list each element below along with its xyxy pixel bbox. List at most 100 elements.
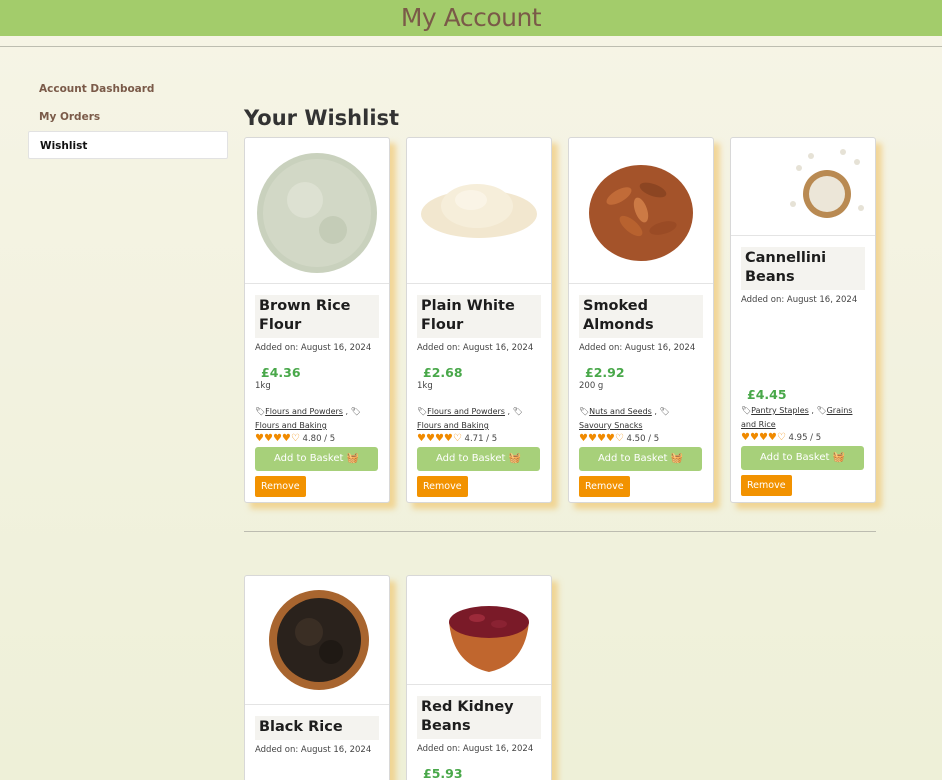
add-to-basket-button[interactable]: Add to Basket 🧺: [417, 447, 540, 471]
product-rating: ♥♥♥♥♡ 4.80 / 5: [255, 433, 379, 445]
page-header: My Account: [0, 0, 942, 36]
tag-icon: 🏷: [579, 407, 590, 416]
heart-filled-icon: ♥: [596, 433, 606, 444]
tag-link[interactable]: Flours and Baking: [255, 421, 327, 430]
heart-filled-icon: ♥: [417, 433, 426, 444]
add-to-basket-button[interactable]: Add to Basket 🧺: [255, 447, 378, 471]
product-image[interactable]: [731, 138, 875, 236]
heart-filled-icon: ♥: [749, 432, 759, 443]
remove-button[interactable]: Remove: [579, 476, 630, 497]
tag-link[interactable]: Pantry Staples: [751, 406, 809, 415]
heart-filled-icon: ♥: [434, 433, 444, 444]
tag-icon: 🏷: [255, 407, 266, 416]
product-rating: ♥♥♥♥♡ 4.71 / 5: [417, 433, 541, 445]
basket-label: Add to Basket: [759, 452, 830, 463]
added-date: Added on: August 16, 2024: [417, 744, 534, 754]
tag-link[interactable]: Flours and Powders: [427, 407, 505, 416]
product-rating: ♥♥♥♥♡ 4.95 / 5: [741, 432, 865, 444]
tag-icon: 🏷: [659, 407, 670, 416]
product-price: £4.45: [747, 387, 787, 402]
tag-link[interactable]: Flours and Baking: [417, 421, 489, 430]
heart-filled-icon: ♥: [272, 433, 282, 444]
product-tags: 🏷Flours and Powders , 🏷 Flours and Bakin…: [255, 407, 361, 430]
heart-filled-icon: ♥: [281, 433, 291, 444]
product-name[interactable]: Red Kidney Beans: [417, 696, 541, 739]
sidebar-item-wishlist[interactable]: Wishlist: [28, 131, 228, 159]
product-price: £2.92: [585, 365, 625, 380]
product-card: Cannellini Beans Added on: August 16, 20…: [730, 137, 876, 503]
heart-filled-icon: ♥: [263, 433, 273, 444]
added-date: Added on: August 16, 2024: [579, 343, 696, 353]
tag-icon: 🏷: [350, 407, 361, 416]
wishlist-divider: [244, 531, 876, 532]
product-image[interactable]: [245, 138, 389, 284]
heart-filled-icon: ♥: [587, 433, 597, 444]
product-card: Plain White Flour Added on: August 16, 2…: [406, 137, 552, 503]
product-weight: 1kg: [417, 381, 433, 391]
header-divider: [0, 46, 942, 47]
product-price: £4.36: [261, 365, 301, 380]
heart-filled-icon: ♥: [255, 433, 264, 444]
basket-icon: 🧺: [508, 453, 522, 464]
product-name[interactable]: Cannellini Beans: [741, 247, 865, 290]
product-tags: 🏷Nuts and Seeds , 🏷 Savoury Snacks: [579, 407, 670, 430]
basket-icon: 🧺: [832, 452, 846, 463]
rating-value: 4.95 / 5: [788, 433, 822, 443]
basket-label: Add to Basket: [435, 453, 506, 464]
product-price: £5.93: [423, 766, 463, 780]
tag-icon: 🏷: [512, 407, 523, 416]
kidney-beans-image: [449, 606, 529, 672]
tag-link[interactable]: Nuts and Seeds: [589, 407, 652, 416]
product-name[interactable]: Black Rice: [255, 716, 379, 740]
product-tags: 🏷Pantry Staples , 🏷Grains and Rice: [741, 406, 853, 429]
sidebar-item-account-dashboard[interactable]: Account Dashboard: [28, 75, 228, 103]
add-to-basket-button[interactable]: Add to Basket 🧺: [741, 446, 864, 470]
product-weight: 200 g: [579, 381, 604, 391]
rating-value: 4.80 / 5: [302, 434, 336, 444]
tag-link[interactable]: Flours and Powders: [265, 407, 343, 416]
heart-empty-icon: ♡: [776, 432, 786, 443]
product-name[interactable]: Plain White Flour: [417, 295, 541, 338]
remove-button[interactable]: Remove: [417, 476, 468, 497]
product-image[interactable]: [407, 138, 551, 284]
heart-filled-icon: ♥: [605, 433, 615, 444]
added-date: Added on: August 16, 2024: [417, 343, 534, 353]
product-rating: ♥♥♥♥♡ 4.50 / 5: [579, 433, 703, 445]
product-weight: 1kg: [255, 381, 271, 391]
add-to-basket-button[interactable]: Add to Basket 🧺: [579, 447, 702, 471]
remove-button[interactable]: Remove: [255, 476, 306, 497]
heart-empty-icon: ♡: [452, 433, 462, 444]
added-date: Added on: August 16, 2024: [255, 745, 372, 755]
heart-filled-icon: ♥: [443, 433, 453, 444]
product-card: Red Kidney Beans Added on: August 16, 20…: [406, 575, 552, 780]
rating-value: 4.50 / 5: [626, 434, 660, 444]
added-date: Added on: August 16, 2024: [741, 295, 858, 305]
beans-image: [790, 149, 864, 218]
product-price: £2.68: [423, 365, 463, 380]
tag-icon: 🏷: [741, 406, 752, 415]
basket-icon: 🧺: [346, 453, 360, 464]
sidebar-item-my-orders[interactable]: My Orders: [28, 103, 228, 131]
account-sidebar: Account Dashboard My Orders Wishlist: [28, 75, 228, 159]
product-image[interactable]: [407, 576, 551, 685]
product-card: Smoked Almonds Added on: August 16, 2024…: [568, 137, 714, 503]
heart-empty-icon: ♡: [290, 433, 300, 444]
tag-icon: 🏷: [816, 406, 827, 415]
flour-image: [257, 153, 377, 273]
basket-icon: 🧺: [670, 453, 684, 464]
added-date: Added on: August 16, 2024: [255, 343, 372, 353]
page-title: My Account: [400, 3, 542, 32]
product-card: Black Rice Added on: August 16, 2024: [244, 575, 390, 780]
basket-label: Add to Basket: [273, 453, 344, 464]
product-image[interactable]: [569, 138, 713, 284]
product-name[interactable]: Brown Rice Flour: [255, 295, 379, 338]
product-image[interactable]: [245, 576, 389, 705]
remove-button[interactable]: Remove: [741, 475, 792, 496]
product-name[interactable]: Smoked Almonds: [579, 295, 703, 338]
wishlist-title: Your Wishlist: [244, 106, 400, 130]
flour-image: [421, 184, 537, 238]
tag-link[interactable]: Savoury Snacks: [579, 421, 643, 430]
almonds-image: [589, 165, 693, 261]
rating-value: 4.71 / 5: [464, 434, 498, 444]
heart-filled-icon: ♥: [767, 432, 777, 443]
